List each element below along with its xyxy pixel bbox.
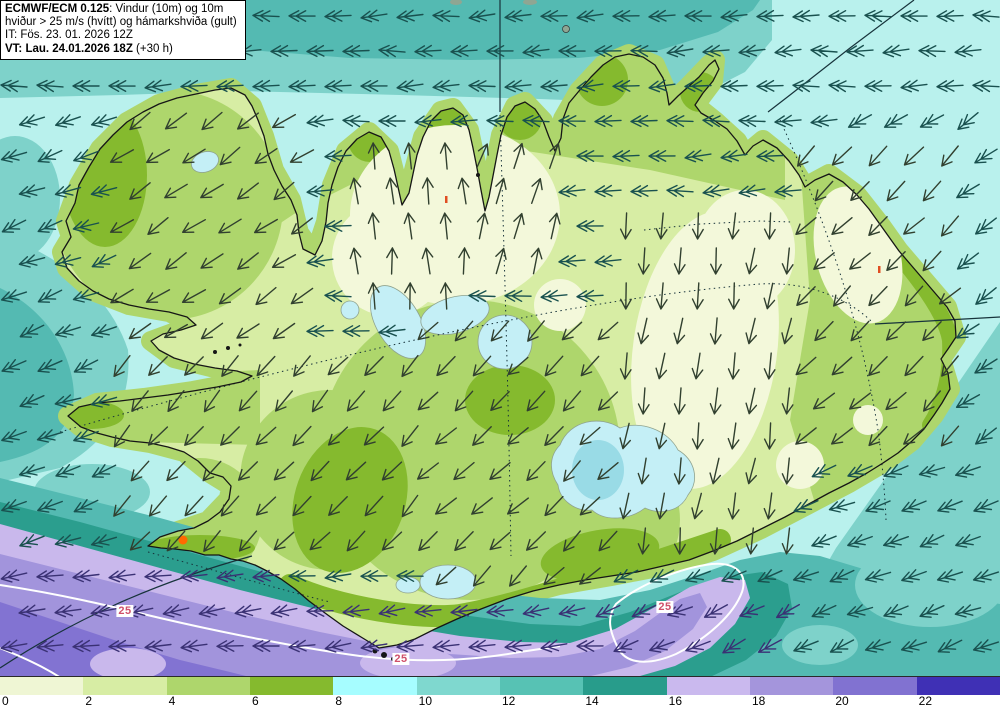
minor-station-mark bbox=[878, 266, 881, 273]
valid-time: VT: Lau. 24.01.2026 18Z bbox=[5, 42, 133, 55]
glacier-eyjafjallajokull bbox=[395, 576, 421, 594]
legend-tick-label: 18 bbox=[752, 694, 766, 708]
model-name: ECMWF/ECM 0.125 bbox=[5, 3, 110, 15]
glacier-small-west bbox=[340, 300, 360, 320]
gust-contour-value-label: 25 bbox=[392, 653, 410, 665]
gust-contour-value-label: 25 bbox=[116, 605, 134, 617]
legend-swatch bbox=[333, 677, 417, 695]
minor-station-mark bbox=[445, 196, 448, 203]
island-breidafjordur-2 bbox=[226, 346, 230, 350]
legend-tick-label: 10 bbox=[418, 694, 433, 708]
info-line-1: ECMWF/ECM 0.125: Vindur (10m) og 10m bbox=[5, 3, 241, 16]
legend-tick-labels: 0 2 4 6 8 10 12 14 16 18 20 22 bbox=[0, 695, 1000, 709]
info-line-4: VT: Lau. 24.01.2026 18Z (+30 h) bbox=[5, 43, 241, 56]
glacier-myrdalsjokull bbox=[419, 564, 477, 600]
legend-swatch bbox=[416, 677, 500, 695]
legend-tick-label: 8 bbox=[335, 694, 343, 708]
ocean-patch-se-light-2 bbox=[782, 625, 858, 665]
legend-swatch bbox=[0, 677, 84, 695]
legend-tick-label: 14 bbox=[585, 694, 599, 708]
info-line-2: hviður > 25 m/s (hvítt) og hámarkshviða … bbox=[5, 16, 237, 29]
island-grimsey bbox=[562, 25, 570, 33]
legend-tick-label: 22 bbox=[918, 694, 933, 708]
legend-tick-label: 12 bbox=[502, 694, 516, 708]
legend-tick-label: 2 bbox=[85, 694, 93, 708]
land0-se-spot-2 bbox=[853, 405, 883, 435]
gust-contour-value-label: 25 bbox=[656, 601, 674, 613]
land0-northeast-2 bbox=[695, 190, 795, 310]
legend-tick-label: 6 bbox=[252, 694, 259, 708]
legend-tick-label: 4 bbox=[168, 694, 176, 708]
island-breidafjordur-1 bbox=[213, 350, 217, 354]
legend-swatch bbox=[499, 677, 584, 695]
legend-swatch bbox=[749, 677, 834, 695]
legend-swatch bbox=[666, 677, 750, 695]
legend-swatch bbox=[583, 677, 667, 695]
legend-swatch bbox=[249, 677, 334, 695]
info-line-3-init-time: IT: Fös. 23. 01. 2026 12Z bbox=[5, 29, 133, 42]
legend-swatch bbox=[833, 677, 917, 695]
legend-swatch bbox=[83, 677, 167, 695]
legend-swatch bbox=[166, 677, 250, 695]
model-info-box: ECMWF/ECM 0.125: Vindur (10m) og 10m hvi… bbox=[0, 0, 246, 60]
island-breidafjordur-3 bbox=[238, 343, 242, 347]
weather-map bbox=[0, 0, 1000, 709]
land0-se-spot-1 bbox=[776, 441, 824, 489]
weather-map-screen: ECMWF/ECM 0.125: Vindur (10m) og 10m hvi… bbox=[0, 0, 1000, 709]
legend-swatch bbox=[916, 677, 1000, 695]
legend-tick-label: 0 bbox=[2, 694, 9, 708]
legend-color-scale bbox=[0, 676, 1000, 695]
glacier-vatnajokull-core bbox=[572, 440, 624, 500]
island-vestmannaeyjar-2 bbox=[381, 652, 387, 658]
island-hrisey bbox=[476, 173, 480, 177]
legend-tick-label: 20 bbox=[835, 694, 849, 708]
legend-tick-label: 16 bbox=[668, 694, 683, 708]
land6-center bbox=[465, 365, 555, 435]
ocean-patch-se-light-1 bbox=[855, 543, 1000, 627]
valid-offset: (+30 h) bbox=[132, 42, 173, 55]
wind-speed-legend: 0 2 4 6 8 10 12 14 16 18 20 22 bbox=[0, 676, 1000, 709]
model-desc: : Vindur (10m) og 10m bbox=[109, 3, 224, 15]
